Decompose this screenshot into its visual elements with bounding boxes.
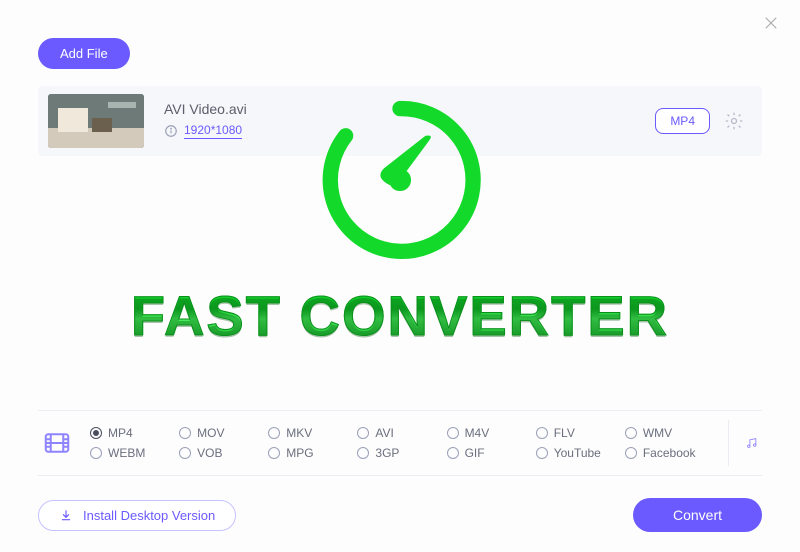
- radio-icon: [447, 427, 459, 439]
- download-icon: [59, 508, 73, 522]
- radio-icon: [357, 447, 369, 459]
- format-option-vob[interactable]: VOB: [179, 446, 266, 460]
- close-icon[interactable]: [762, 14, 780, 32]
- format-option-gif[interactable]: GIF: [447, 446, 534, 460]
- hero-title: FAST CONVERTER: [0, 283, 800, 348]
- format-option-avi[interactable]: AVI: [357, 426, 444, 440]
- format-label: MP4: [108, 426, 133, 440]
- output-format-badge[interactable]: MP4: [655, 108, 710, 134]
- format-label: WEBM: [108, 446, 145, 460]
- format-option-mov[interactable]: MOV: [179, 426, 266, 440]
- radio-icon: [625, 427, 637, 439]
- format-option-3gp[interactable]: 3GP: [357, 446, 444, 460]
- install-desktop-button[interactable]: Install Desktop Version: [38, 500, 236, 531]
- radio-icon: [90, 447, 102, 459]
- format-label: GIF: [465, 446, 485, 460]
- format-label: YouTube: [554, 446, 601, 460]
- format-label: MOV: [197, 426, 224, 440]
- file-info: AVI Video.avi 1920*1080: [164, 101, 655, 141]
- radio-icon: [268, 427, 280, 439]
- audio-mode-icon[interactable]: [728, 420, 758, 466]
- format-option-webm[interactable]: WEBM: [90, 446, 177, 460]
- video-thumbnail: [48, 94, 144, 148]
- format-label: MKV: [286, 426, 312, 440]
- gear-icon[interactable]: [724, 111, 744, 131]
- format-label: WMV: [643, 426, 672, 440]
- format-option-flv[interactable]: FLV: [536, 426, 623, 440]
- file-row: AVI Video.avi 1920*1080 MP4: [38, 86, 762, 156]
- format-option-mkv[interactable]: MKV: [268, 426, 355, 440]
- format-label: MPG: [286, 446, 313, 460]
- radio-icon: [268, 447, 280, 459]
- radio-icon: [179, 427, 191, 439]
- resolution-text: 1920*1080: [184, 123, 242, 139]
- radio-icon: [536, 427, 548, 439]
- radio-icon: [447, 447, 459, 459]
- format-option-facebook[interactable]: Facebook: [625, 446, 712, 460]
- format-selector: MP4 MOV MKV AVI M4V FLV WMV WEBM VOB MPG 3GP GIF You…: [38, 410, 762, 476]
- format-label: VOB: [197, 446, 222, 460]
- radio-icon: [90, 427, 102, 439]
- video-mode-icon[interactable]: [42, 428, 72, 458]
- format-label: AVI: [375, 426, 393, 440]
- format-option-m4v[interactable]: M4V: [447, 426, 534, 440]
- format-label: 3GP: [375, 446, 399, 460]
- format-label: FLV: [554, 426, 575, 440]
- format-option-wmv[interactable]: WMV: [625, 426, 712, 440]
- format-label: M4V: [465, 426, 490, 440]
- radio-icon: [536, 447, 548, 459]
- install-label: Install Desktop Version: [83, 508, 215, 523]
- info-icon: [164, 124, 178, 138]
- file-resolution[interactable]: 1920*1080: [164, 123, 242, 139]
- radio-icon: [179, 447, 191, 459]
- add-file-button[interactable]: Add File: [38, 38, 130, 69]
- file-name: AVI Video.avi: [164, 101, 655, 117]
- format-option-youtube[interactable]: YouTube: [536, 446, 623, 460]
- bottom-bar: Install Desktop Version Convert: [38, 498, 762, 532]
- radio-icon: [357, 427, 369, 439]
- format-option-mp4[interactable]: MP4: [90, 426, 177, 440]
- format-label: Facebook: [643, 446, 696, 460]
- radio-icon: [625, 447, 637, 459]
- format-option-mpg[interactable]: MPG: [268, 446, 355, 460]
- convert-button[interactable]: Convert: [633, 498, 762, 532]
